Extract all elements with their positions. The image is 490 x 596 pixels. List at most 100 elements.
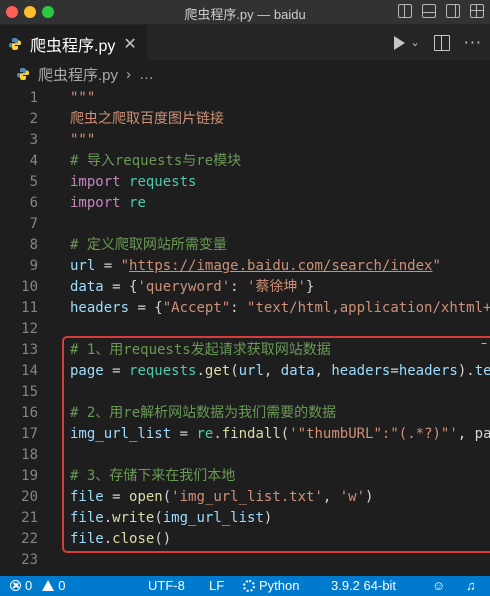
python-file-icon <box>17 68 29 80</box>
code-token: requests <box>129 174 197 190</box>
line-number: 15 <box>21 384 38 400</box>
code-token: """ <box>70 90 96 106</box>
line-number: 6 <box>29 195 38 211</box>
eol-indicator[interactable]: LF <box>209 578 224 593</box>
code-line[interactable]: 1 """ <box>0 88 490 109</box>
code-token: re <box>129 195 146 211</box>
code-token: } <box>305 279 315 295</box>
warning-icon <box>42 580 55 591</box>
code-text: # 定义爬取网站所需变量 <box>70 235 227 256</box>
code-line[interactable]: 2 爬虫之爬取百度图片链接 <box>0 109 490 130</box>
line-number: 22 <box>21 531 38 547</box>
feedback-icon: ☺ <box>432 578 446 593</box>
line-number: 11 <box>21 300 38 316</box>
interpreter-label: 3.9.2 64-bit <box>331 578 397 593</box>
run-python-button[interactable]: ⌄ <box>393 35 420 50</box>
line-number: 21 <box>21 510 38 526</box>
breadcrumb-file[interactable]: 爬虫程序.py <box>38 64 118 85</box>
line-number: 13 <box>21 342 38 358</box>
play-icon <box>393 35 405 50</box>
code-line[interactable]: 9 url = "https://image.baidu.com/search/i… <box>0 256 490 277</box>
encoding-indicator[interactable]: UTF-8 <box>148 578 185 593</box>
line-number: 1 <box>29 90 38 106</box>
code-line[interactable]: 7 <box>0 214 490 235</box>
code-token: " <box>432 258 441 274</box>
line-number: 10 <box>21 279 38 295</box>
code-token: : <box>230 300 248 316</box>
language-label: Python <box>259 578 300 593</box>
tab-crawler-py[interactable]: 爬虫程序.py ✕ <box>0 25 147 61</box>
encoding-label: UTF-8 <box>148 578 185 593</box>
code-token: data <box>70 279 104 295</box>
feedback-button[interactable]: ☺ <box>432 578 445 593</box>
bell-icon: ♫ <box>466 578 476 593</box>
toggle-panel-icon[interactable] <box>422 4 436 18</box>
line-number: 4 <box>29 153 38 169</box>
code-text: """ <box>70 88 95 109</box>
line-number: 16 <box>21 405 38 421</box>
fold-indicator[interactable]: – <box>481 336 487 350</box>
line-number: 18 <box>21 447 38 463</box>
breadcrumb-separator: › <box>126 65 132 83</box>
line-number: 23 <box>21 552 38 568</box>
line-number: 20 <box>21 489 38 505</box>
notifications-button[interactable]: ♫ <box>466 578 476 593</box>
code-editor[interactable]: 23 22 file.close() 21 file.write(img_url_lis… <box>0 88 490 576</box>
tab-label: 爬虫程序.py <box>30 37 116 55</box>
code-token: = { <box>103 279 138 295</box>
code-line[interactable]: 4 # 导入requests与re模块 <box>0 151 490 172</box>
code-token: import <box>70 195 121 211</box>
line-number: 9 <box>29 258 38 274</box>
more-actions-icon[interactable]: ··· <box>464 33 482 52</box>
code-line[interactable]: 3 """ <box>0 130 490 151</box>
close-tab-icon[interactable]: ✕ <box>123 35 136 52</box>
code-text: import requests <box>70 172 196 193</box>
code-line[interactable]: 23 <box>0 550 490 571</box>
split-editor-icon[interactable] <box>433 34 450 51</box>
code-token: headers <box>70 300 130 316</box>
code-token: = <box>95 258 121 274</box>
code-text: headers = {"Accept": "text/html,applicat… <box>70 298 490 319</box>
highlight-box <box>62 336 490 553</box>
breadcrumb-more[interactable]: … <box>139 66 154 83</box>
toggle-secondary-sidebar-icon[interactable] <box>446 4 460 18</box>
eol-label: LF <box>209 578 225 593</box>
line-number: 14 <box>21 363 38 379</box>
line-number: 8 <box>29 237 38 253</box>
code-line[interactable]: 6 import re <box>0 193 490 214</box>
line-number: 5 <box>29 174 38 190</box>
toggle-sidebar-icon[interactable] <box>398 4 412 18</box>
language-mode[interactable]: Python <box>243 578 299 593</box>
code-token: : <box>230 279 248 295</box>
code-token: '蔡徐坤' <box>247 279 306 295</box>
interpreter-selector[interactable]: 3.9.2 64-bit <box>331 578 396 593</box>
code-token: """ <box>70 132 96 148</box>
code-token: # 定义爬取网站所需变量 <box>70 237 227 253</box>
code-line[interactable]: 10 data = {'queryword': '蔡徐坤'} <box>0 277 490 298</box>
python-file-icon <box>9 37 21 50</box>
language-icon <box>243 579 255 592</box>
layout-controls <box>398 4 484 18</box>
code-text: url = "https://image.baidu.com/search/in… <box>70 256 441 277</box>
code-text: # 导入requests与re模块 <box>70 151 241 172</box>
line-number: 3 <box>29 132 38 148</box>
code-text: 爬虫之爬取百度图片链接 <box>70 109 224 130</box>
code-line[interactable]: 5 import requests <box>0 172 490 193</box>
code-line[interactable]: 8 # 定义爬取网站所需变量 <box>0 235 490 256</box>
code-token: 'queryword' <box>137 279 231 295</box>
editor-tab-bar: 爬虫程序.py ✕ ⌄ ··· <box>0 25 490 61</box>
problems-indicator[interactable]: 0 0 <box>10 578 65 593</box>
code-token: " <box>120 258 130 274</box>
code-token: url <box>70 258 96 274</box>
code-text: """ <box>70 130 95 151</box>
code-token: = { <box>129 300 163 316</box>
customize-layout-icon[interactable] <box>470 4 484 18</box>
code-token: "Accept" <box>162 300 231 316</box>
code-line[interactable]: 11 headers = {"Accept": "text/html,applic… <box>0 298 490 319</box>
line-number: 17 <box>21 426 38 442</box>
code-text: import re <box>70 193 146 214</box>
chevron-down-icon[interactable]: ⌄ <box>411 36 420 49</box>
line-number: 12 <box>21 321 38 337</box>
